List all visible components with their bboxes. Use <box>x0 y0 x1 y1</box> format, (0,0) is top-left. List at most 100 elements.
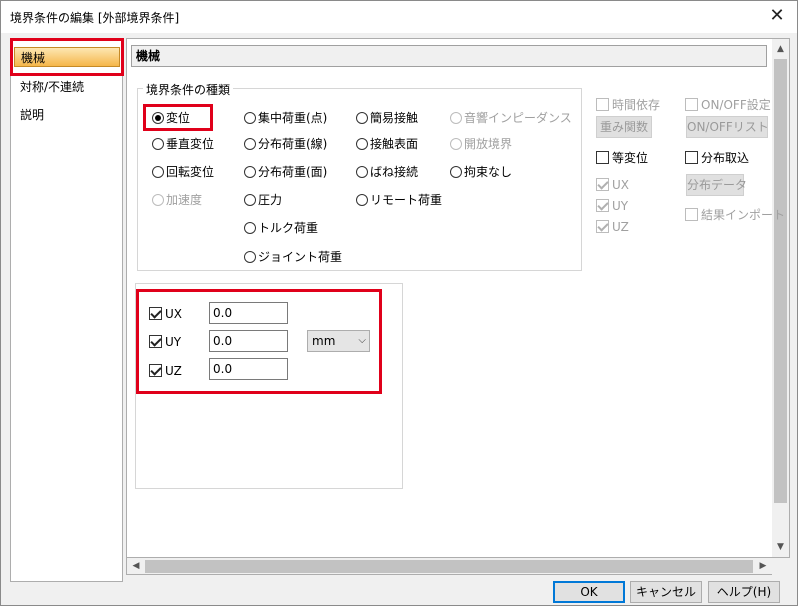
unit-dropdown[interactable]: mm ⌵ <box>307 330 370 352</box>
checkbox-onoff-setting[interactable]: ON/OFF設定 <box>685 97 771 113</box>
radio-acceleration[interactable]: 加速度 <box>152 192 202 208</box>
chevron-down-icon: ⌵ <box>358 335 366 346</box>
checkbox-uy-label: UY <box>165 335 182 349</box>
radio-contact-surface[interactable]: 接触表面 <box>356 136 418 152</box>
radio-displacement[interactable]: 変位 <box>152 110 190 126</box>
checkbox-distribution-import[interactable]: 分布取込 <box>685 150 749 166</box>
radio-distributed-load-surface-label: 分布荷重(面) <box>258 165 328 179</box>
checkbox-checked-icon <box>596 199 609 212</box>
radio-vertical-displacement-label: 垂直変位 <box>166 137 215 151</box>
ok-button[interactable]: OK <box>553 581 625 603</box>
radio-icon <box>244 194 256 206</box>
checkbox-uy[interactable]: UY <box>149 334 181 350</box>
radio-icon <box>450 166 462 178</box>
radio-torque-load[interactable]: トルク荷重 <box>244 220 318 236</box>
radio-open-boundary-label: 開放境界 <box>464 137 513 151</box>
radio-pressure[interactable]: 圧力 <box>244 192 282 208</box>
checkbox-time-dependent-label: 時間依存 <box>612 98 661 112</box>
category-list: 機械 対称/不連続 説明 <box>10 38 123 582</box>
radio-icon <box>356 194 368 206</box>
radio-icon <box>244 112 256 124</box>
radio-simple-contact[interactable]: 簡易接触 <box>356 110 418 126</box>
radio-icon <box>244 222 256 234</box>
radio-joint-load[interactable]: ジョイント荷重 <box>244 249 342 265</box>
radio-icon <box>356 138 368 150</box>
checkbox-icon <box>596 98 609 111</box>
nav-item-mechanical[interactable]: 機械 <box>14 47 120 67</box>
radio-simple-contact-label: 簡易接触 <box>370 111 419 125</box>
checkbox-equal-uz-label: UZ <box>612 220 629 234</box>
radio-icon <box>450 112 462 124</box>
radio-torque-load-label: トルク荷重 <box>258 221 319 235</box>
checkbox-uz[interactable]: UZ <box>149 363 182 379</box>
horizontal-scrollbar[interactable]: ◀ ▶ <box>126 558 772 575</box>
help-button[interactable]: ヘルプ(H) <box>708 581 780 603</box>
radio-icon <box>356 166 368 178</box>
checkbox-equal-uz[interactable]: UZ <box>596 219 629 235</box>
checkbox-onoff-setting-label: ON/OFF設定 <box>701 98 771 112</box>
checkbox-ux[interactable]: UX <box>149 306 182 322</box>
nav-item-symmetry[interactable]: 対称/不連続 <box>14 77 120 97</box>
checkbox-checked-icon <box>149 364 162 377</box>
boundary-type-group-title: 境界条件の種類 <box>143 81 234 98</box>
vertical-scroll-thumb[interactable] <box>774 59 787 503</box>
uz-value-input[interactable]: 0.0 <box>209 358 288 380</box>
radio-acoustic-impedance[interactable]: 音響インピーダンス <box>450 110 572 126</box>
panel-header: 機械 <box>131 45 767 67</box>
radio-spring-contact[interactable]: ばね接続 <box>356 164 418 180</box>
checkbox-checked-icon <box>596 178 609 191</box>
checkbox-result-import[interactable]: 結果インポート <box>685 207 785 223</box>
radio-icon <box>152 138 164 150</box>
ux-value-input[interactable]: 0.0 <box>209 302 288 324</box>
scroll-left-icon[interactable]: ◀ <box>128 558 144 574</box>
scroll-right-icon[interactable]: ▶ <box>755 558 771 574</box>
radio-unconstrained-label: 拘束なし <box>464 165 513 179</box>
checkbox-equal-uy-label: UY <box>612 199 629 213</box>
checkbox-equal-ux-label: UX <box>612 178 630 192</box>
checkbox-uz-label: UZ <box>165 364 182 378</box>
checkbox-icon <box>685 98 698 111</box>
checkbox-equal-ux[interactable]: UX <box>596 177 629 193</box>
radio-selected-icon <box>152 112 164 124</box>
vertical-scrollbar[interactable]: ▲ ▼ <box>772 39 789 557</box>
horizontal-scroll-thumb[interactable] <box>145 560 753 573</box>
cancel-button[interactable]: キャンセル <box>630 581 702 603</box>
distribution-data-button[interactable]: 分布データ <box>686 174 747 196</box>
checkbox-icon <box>685 208 698 221</box>
radio-distributed-load-line[interactable]: 分布荷重(線) <box>244 136 327 152</box>
radio-icon <box>244 166 256 178</box>
close-icon[interactable]: ✕ <box>763 5 791 29</box>
onoff-list-button[interactable]: ON/OFFリスト <box>686 116 769 138</box>
scroll-down-icon[interactable]: ▼ <box>772 539 789 555</box>
checkbox-checked-icon <box>596 220 609 233</box>
radio-rotational-displacement-label: 回転変位 <box>166 165 215 179</box>
radio-icon <box>244 138 256 150</box>
checkbox-equal-uy[interactable]: UY <box>596 198 628 214</box>
radio-displacement-label: 変位 <box>166 111 191 125</box>
radio-concentrated-load[interactable]: 集中荷重(点) <box>244 110 327 126</box>
scroll-up-icon[interactable]: ▲ <box>772 41 789 57</box>
uy-value-input[interactable]: 0.0 <box>209 330 288 352</box>
radio-rotational-displacement[interactable]: 回転変位 <box>152 164 214 180</box>
radio-spring-contact-label: ばね接続 <box>370 165 419 179</box>
unit-dropdown-value: mm <box>312 334 336 348</box>
checkbox-icon <box>685 151 698 164</box>
checkbox-ux-label: UX <box>165 307 183 321</box>
checkbox-distribution-import-label: 分布取込 <box>701 151 750 165</box>
weight-function-button[interactable]: 重み関数 <box>596 116 652 138</box>
checkbox-result-import-label: 結果インポート <box>701 208 786 222</box>
title-bar: 境界条件の編集 [外部境界条件] ✕ <box>1 1 797 33</box>
radio-icon <box>152 166 164 178</box>
radio-contact-surface-label: 接触表面 <box>370 137 419 151</box>
radio-distributed-load-line-label: 分布荷重(線) <box>258 137 328 151</box>
checkbox-time-dependent[interactable]: 時間依存 <box>596 97 660 113</box>
radio-remote-load[interactable]: リモート荷重 <box>356 192 442 208</box>
radio-distributed-load-surface[interactable]: 分布荷重(面) <box>244 164 327 180</box>
radio-concentrated-load-label: 集中荷重(点) <box>258 111 328 125</box>
radio-unconstrained[interactable]: 拘束なし <box>450 164 512 180</box>
checkbox-equal-displacement[interactable]: 等変位 <box>596 150 648 166</box>
radio-open-boundary[interactable]: 開放境界 <box>450 136 512 152</box>
nav-item-description[interactable]: 説明 <box>14 105 120 125</box>
radio-vertical-displacement[interactable]: 垂直変位 <box>152 136 214 152</box>
window-title: 境界条件の編集 [外部境界条件] <box>10 11 180 25</box>
